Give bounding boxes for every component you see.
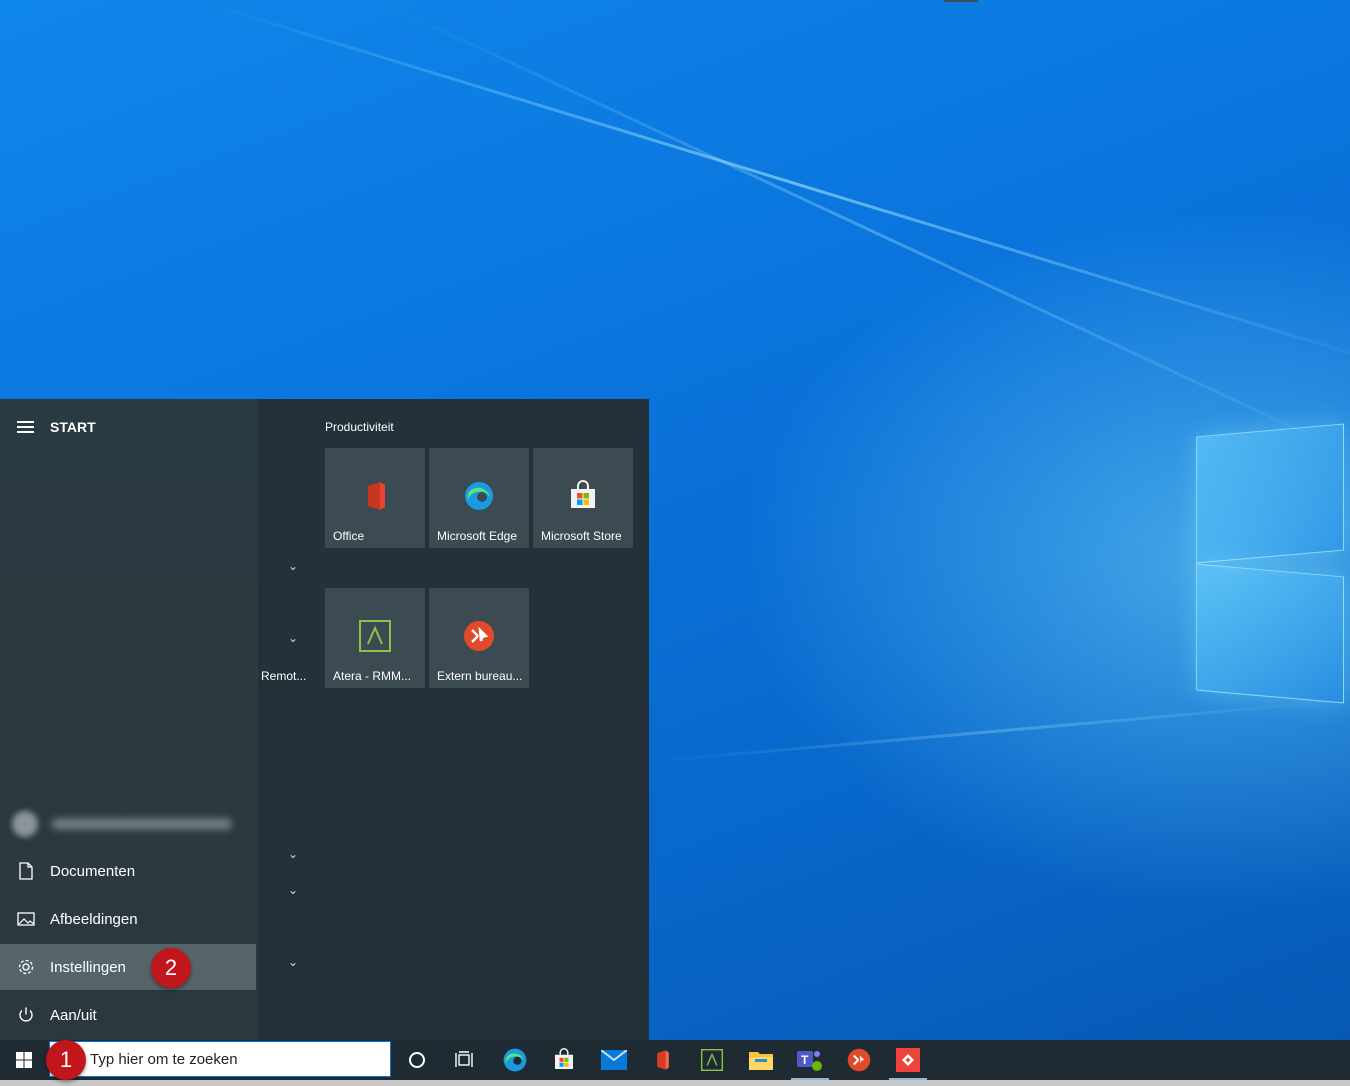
user-account-button[interactable] [6, 807, 252, 841]
tile-group-title: Productiviteit [325, 420, 394, 434]
chevron-down-icon[interactable]: ⌄ [288, 559, 298, 573]
chevron-down-icon[interactable]: ⌄ [288, 631, 298, 645]
windows-wallpaper-logo [1192, 410, 1344, 710]
app-list-item-remote[interactable]: Remot... [261, 669, 306, 683]
nav-item-afbeeldingen[interactable]: Afbeeldingen [0, 896, 256, 942]
tile-atera[interactable]: Atera - RMM... [325, 588, 425, 688]
store-icon[interactable] [541, 1040, 587, 1080]
start-menu: START Documenten Afbeeldingen Instelling… [0, 399, 649, 1040]
taskbar-search-box[interactable] [49, 1041, 391, 1077]
chevron-down-icon[interactable]: ⌄ [288, 847, 298, 861]
screen-bottom-strip [0, 1080, 1350, 1086]
tile-label: Atera - RMM... [333, 669, 412, 683]
nav-item-aan-uit[interactable]: Aan/uit [0, 992, 256, 1038]
start-menu-title: START [50, 419, 96, 435]
avatar [12, 811, 38, 837]
mail-icon[interactable] [591, 1040, 637, 1080]
tile-label: Office [333, 529, 365, 543]
tile-label: Microsoft Store [541, 529, 622, 543]
start-menu-header: START [0, 413, 258, 441]
cortana-icon[interactable] [394, 1040, 440, 1080]
remote-desktop-icon[interactable] [836, 1040, 882, 1080]
file-explorer-icon[interactable] [738, 1040, 784, 1080]
app-list-column: ⌄ ⌄ Remot... ⌄ ⌄ ⌄ [258, 399, 320, 1040]
chevron-down-icon[interactable]: ⌄ [288, 883, 298, 897]
taskbar: T [0, 1040, 1350, 1080]
svg-text:T: T [801, 1053, 809, 1067]
tile-microsoft-edge[interactable]: Microsoft Edge [429, 448, 529, 548]
atera-icon[interactable] [689, 1040, 735, 1080]
store-icon [571, 480, 595, 508]
tile-label: Extern bureau... [437, 669, 523, 683]
edge-icon [465, 482, 493, 510]
tile-office[interactable]: Office [325, 448, 425, 548]
nav-item-label: Afbeeldingen [50, 910, 138, 928]
nav-item-instellingen[interactable]: Instellingen [0, 944, 256, 990]
atera-icon [359, 620, 391, 652]
user-name-blurred [52, 819, 232, 829]
tile-extern-bureaublad[interactable]: Extern bureau... [429, 588, 529, 688]
document-icon [17, 862, 35, 880]
tile-microsoft-store[interactable]: Microsoft Store [533, 448, 633, 548]
start-button[interactable] [0, 1040, 48, 1080]
gear-icon [17, 958, 35, 976]
teams-icon[interactable]: T [787, 1040, 833, 1080]
nav-item-label: Instellingen [50, 958, 126, 976]
window-edge-fragment [944, 0, 978, 2]
tile-label: Microsoft Edge [437, 529, 518, 543]
anydesk-icon[interactable] [885, 1040, 931, 1080]
hamburger-menu-icon[interactable] [17, 418, 34, 436]
search-input[interactable] [88, 1049, 382, 1069]
task-view-icon[interactable] [442, 1040, 488, 1080]
power-icon [17, 1006, 35, 1024]
office-icon [368, 482, 385, 510]
step-badge-search: 1 [46, 1040, 86, 1080]
wallpaper-light-beam [378, 0, 1350, 468]
nav-item-label: Aan/uit [50, 1006, 97, 1024]
edge-icon[interactable] [492, 1040, 538, 1080]
start-menu-left-column: START Documenten Afbeeldingen Instelling… [0, 399, 258, 1040]
nav-item-documenten[interactable]: Documenten [0, 848, 256, 894]
step-badge-settings: 2 [151, 948, 191, 988]
office-icon[interactable] [639, 1040, 685, 1080]
windows-start-icon [16, 1052, 32, 1068]
remote-desktop-icon [464, 621, 494, 651]
nav-item-label: Documenten [50, 862, 136, 880]
pictures-icon [17, 910, 35, 928]
chevron-down-icon[interactable]: ⌄ [288, 955, 298, 969]
